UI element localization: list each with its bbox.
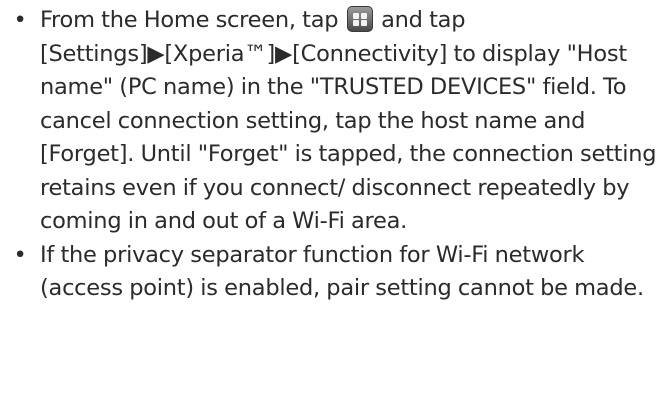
bullet-item-privacy-separator: • If the privacy separator function for … (8, 239, 658, 306)
bullet-item-trusted-devices: • From the Home screen, tap and tap [Set… (8, 4, 658, 239)
bullet-dot: • (13, 7, 27, 33)
bullet-text: If the privacy separator function for Wi… (40, 241, 644, 302)
bullet-text-after-icon: and tap [Settings]▶[Xperia™]▶[Connectivi… (40, 7, 657, 234)
app-grid-icon (346, 6, 373, 32)
bullet-dot: • (13, 241, 27, 268)
bullet-list: • From the Home screen, tap and tap [Set… (8, 4, 658, 306)
bullet-text-before-icon: From the Home screen, tap (40, 7, 345, 33)
